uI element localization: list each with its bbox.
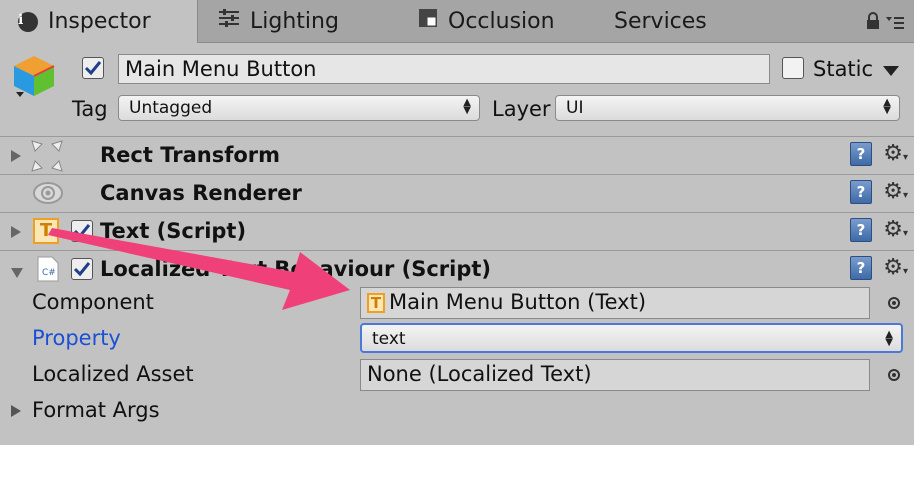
gear-icon[interactable]: ⚙▾ bbox=[883, 181, 908, 207]
component-localized-text-behaviour[interactable]: C# Localized Text Behaviour (Script) ? ⚙… bbox=[0, 250, 914, 288]
tab-label: Occlusion bbox=[448, 8, 555, 34]
static-checkbox[interactable] bbox=[782, 57, 804, 79]
occlusion-icon bbox=[418, 8, 438, 34]
static-dropdown-icon[interactable] bbox=[882, 62, 900, 81]
property-value: text bbox=[372, 329, 406, 349]
component-title: Text (Script) bbox=[100, 219, 247, 243]
layer-dropdown[interactable]: UI ▲ ▼ bbox=[555, 95, 900, 121]
component-value: Main Menu Button (Text) bbox=[389, 290, 647, 314]
object-name-input[interactable]: Main Menu Button bbox=[118, 54, 770, 84]
help-icon[interactable]: ? bbox=[850, 142, 872, 166]
dropdown-arrows-icon: ▲ ▼ bbox=[885, 329, 893, 348]
tab-label: Inspector bbox=[48, 9, 151, 34]
localized-asset-label: Localized Asset bbox=[32, 362, 194, 386]
localized-asset-field[interactable]: None (Localized Text) bbox=[360, 359, 870, 391]
format-args-label[interactable]: Format Args bbox=[32, 397, 160, 423]
tab-inspector[interactable]: i Inspector bbox=[0, 0, 198, 43]
foldout-collapsed-icon[interactable] bbox=[10, 403, 22, 422]
text-component-icon: T bbox=[367, 293, 385, 313]
property-dropdown[interactable]: text ▲ ▼ bbox=[360, 323, 903, 353]
tab-lighting[interactable]: Lighting bbox=[218, 0, 339, 42]
component-text-script[interactable]: T Text (Script) ? ⚙▾ bbox=[0, 212, 914, 250]
dropdown-arrows-icon: ▲ ▼ bbox=[463, 97, 471, 116]
menu-icon[interactable] bbox=[886, 14, 904, 33]
property-field-label: Property bbox=[32, 326, 121, 350]
foldout-collapsed-icon[interactable] bbox=[10, 224, 22, 243]
component-rect-transform[interactable]: Rect Transform ? ⚙▾ bbox=[0, 136, 914, 174]
component-field-label: Component bbox=[32, 290, 154, 314]
layer-value: UI bbox=[566, 98, 584, 118]
sliders-icon bbox=[218, 8, 240, 34]
eye-icon bbox=[32, 180, 64, 210]
component-title: Localized Text Behaviour (Script) bbox=[100, 257, 492, 281]
gear-icon[interactable]: ⚙▾ bbox=[883, 143, 908, 169]
gear-icon[interactable]: ⚙▾ bbox=[883, 219, 908, 245]
dropdown-arrows-icon: ▲ ▼ bbox=[883, 97, 891, 116]
enabled-checkbox[interactable] bbox=[71, 258, 93, 280]
component-canvas-renderer[interactable]: Canvas Renderer ? ⚙▾ bbox=[0, 174, 914, 212]
component-title: Rect Transform bbox=[100, 143, 281, 167]
foldout-collapsed-icon[interactable] bbox=[10, 148, 22, 167]
inspector-panel: i Inspector Lighting Occlusion Services bbox=[0, 0, 914, 445]
tab-label: Services bbox=[614, 8, 707, 34]
tab-services[interactable]: Services bbox=[614, 0, 707, 42]
object-picker-icon[interactable] bbox=[888, 297, 900, 309]
tab-options[interactable] bbox=[866, 12, 904, 34]
help-icon[interactable]: ? bbox=[850, 180, 872, 204]
tag-dropdown[interactable]: Untagged ▲ ▼ bbox=[118, 95, 480, 121]
static-label: Static bbox=[813, 57, 874, 81]
tag-label: Tag bbox=[72, 97, 108, 121]
object-picker-icon[interactable] bbox=[888, 369, 900, 381]
layer-label: Layer bbox=[492, 97, 551, 121]
component-object-field[interactable]: T Main Menu Button (Text) bbox=[360, 287, 870, 319]
tab-bar: i Inspector Lighting Occlusion Services bbox=[0, 0, 914, 43]
enabled-checkbox[interactable] bbox=[71, 220, 93, 242]
tab-label: Lighting bbox=[250, 8, 339, 34]
foldout-expanded-icon[interactable] bbox=[10, 264, 24, 283]
csharp-script-icon: C# bbox=[37, 256, 59, 286]
component-title: Canvas Renderer bbox=[100, 181, 302, 205]
gameobject-cube-icon[interactable] bbox=[12, 54, 60, 106]
rect-transform-icon bbox=[30, 139, 64, 177]
lock-icon[interactable] bbox=[866, 12, 880, 34]
active-checkbox[interactable] bbox=[82, 57, 104, 79]
gear-icon[interactable]: ⚙▾ bbox=[883, 257, 908, 283]
help-icon[interactable]: ? bbox=[850, 256, 872, 280]
tab-occlusion[interactable]: Occlusion bbox=[418, 0, 555, 42]
text-component-icon: T bbox=[33, 218, 59, 244]
help-icon[interactable]: ? bbox=[850, 218, 872, 242]
tag-value: Untagged bbox=[129, 98, 213, 118]
info-icon: i bbox=[18, 11, 38, 32]
svg-text:C#: C# bbox=[42, 268, 56, 278]
